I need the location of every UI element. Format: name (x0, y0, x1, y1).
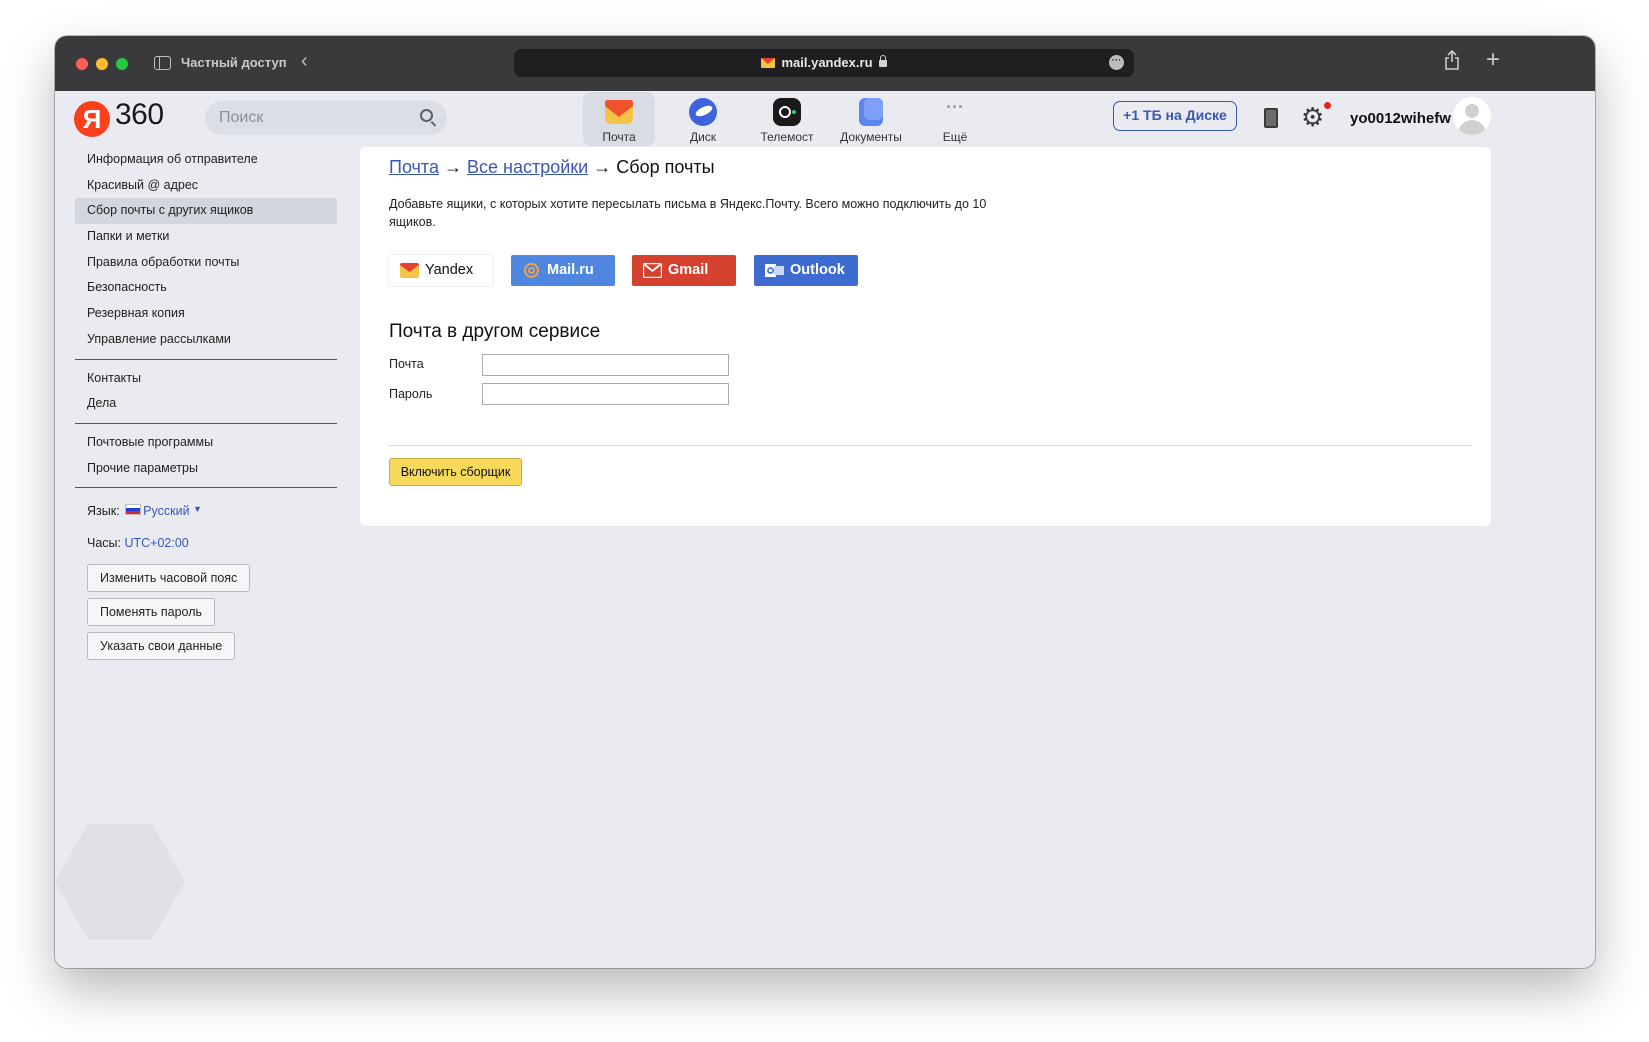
breadcrumb-separator: → (444, 157, 462, 177)
service-telemost[interactable]: Телемост (751, 92, 823, 146)
url-text: mail.yandex.ru (781, 55, 873, 70)
documents-icon (859, 98, 883, 126)
service-more-label: Ещё (942, 130, 968, 144)
share-icon[interactable] (1444, 50, 1460, 70)
settings-gear-icon[interactable]: ⚙ (1301, 104, 1324, 130)
mailru-at-icon (524, 263, 539, 278)
yandex-360-logo[interactable]: 360 (115, 98, 164, 132)
settings-sidebar: Информация об отправителе Красивый @ адр… (75, 147, 337, 661)
language-label: Язык: (87, 504, 120, 519)
service-mail[interactable]: Почта (583, 92, 655, 146)
sidebar-toggle-icon[interactable] (154, 56, 171, 70)
sidebar-item-sender-info[interactable]: Информация об отправителе (75, 147, 337, 173)
new-tab-icon[interactable]: + (1486, 46, 1500, 74)
sidebar-item-security[interactable]: Безопасность (75, 275, 337, 301)
sidebar-item-mail-collector[interactable]: Сбор почты с других ящиков (75, 198, 337, 225)
outlook-icon (765, 264, 784, 277)
avatar[interactable] (1453, 97, 1491, 135)
password-field[interactable] (482, 383, 729, 405)
enable-collector-button[interactable]: Включить сборщик (389, 458, 522, 486)
change-timezone-button[interactable]: Изменить часовой пояс (87, 564, 251, 593)
provider-yandex-label: Yandex (425, 262, 474, 278)
language-row: Язык: Русский ▼ (75, 494, 337, 524)
browser-toolbar: Частный доступ ‹ mail.yandex.ru ··· + (55, 36, 1595, 91)
provider-mailru-label: Mail.ru (547, 262, 594, 278)
minimize-window-button[interactable] (96, 58, 108, 70)
email-field-label: Почта (389, 357, 424, 371)
provider-gmail-label: Gmail (668, 262, 709, 278)
timezone-value[interactable]: UTC+02:00 (124, 536, 188, 550)
address-bar[interactable]: mail.yandex.ru ··· (514, 49, 1134, 77)
service-documents-label: Документы (840, 130, 902, 144)
notification-dot (1324, 102, 1331, 109)
close-window-button[interactable] (76, 58, 88, 70)
site-mail-icon (761, 58, 776, 68)
private-browsing-label: Частный доступ (181, 55, 287, 70)
yandex-logo-icon[interactable]: Я (74, 101, 110, 137)
disk-icon (689, 98, 717, 126)
search-placeholder: Поиск (219, 109, 264, 126)
service-mail-label: Почта (602, 130, 636, 144)
provider-yandex-button[interactable]: Yandex (389, 255, 493, 286)
service-documents[interactable]: Документы (835, 92, 907, 146)
timezone-row: Часы: UTC+02:00 (75, 528, 337, 558)
sidebar-item-mail-rules[interactable]: Правила обработки почты (75, 250, 337, 276)
breadcrumb: Почта → Все настройки → Сбор почты (389, 157, 715, 178)
mail-collector-panel: Почта → Все настройки → Сбор почты Добав… (360, 147, 1491, 526)
service-disk-label: Диск (689, 130, 717, 144)
gmail-icon (643, 263, 662, 278)
provider-mailru-button[interactable]: Mail.ru (511, 255, 615, 286)
sidebar-item-todo[interactable]: Дела (75, 391, 337, 417)
yandex-mail-icon (400, 263, 419, 278)
sidebar-item-contacts[interactable]: Контакты (75, 366, 337, 392)
sidebar-divider (75, 358, 337, 360)
section-title: Почта в другом сервисе (389, 321, 601, 342)
provider-outlook-button[interactable]: Outlook (754, 255, 858, 286)
back-arrow-icon[interactable]: ‹ (301, 50, 308, 73)
breadcrumb-all-settings-link[interactable]: Все настройки (467, 157, 588, 177)
sidebar-divider (75, 422, 337, 424)
service-telemost-label: Телемост (760, 130, 814, 144)
provider-outlook-label: Outlook (790, 262, 845, 278)
breadcrumb-mail-link[interactable]: Почта (389, 157, 439, 177)
search-icon[interactable] (420, 109, 433, 122)
service-disk[interactable]: Диск (667, 92, 739, 146)
page-title: Сбор почты (616, 157, 715, 177)
russian-flag-icon (125, 504, 142, 516)
sidebar-item-other-params[interactable]: Прочие параметры (75, 456, 337, 482)
sidebar-item-beautiful-address[interactable]: Красивый @ адрес (75, 173, 337, 199)
sidebar-item-backup[interactable]: Резервная копия (75, 301, 337, 327)
account-username[interactable]: yo0012wihefw (1350, 110, 1451, 127)
provider-gmail-button[interactable]: Gmail (632, 255, 736, 286)
mail-icon (605, 100, 633, 124)
sidebar-item-mail-clients[interactable]: Почтовые программы (75, 430, 337, 456)
zoom-window-button[interactable] (116, 58, 128, 70)
lock-icon (878, 55, 887, 67)
chevron-down-icon[interactable]: ▼ (193, 504, 202, 514)
intro-text: Добавьте ящики, с которых хотите пересыл… (389, 197, 987, 229)
telemost-icon (773, 98, 801, 126)
change-password-button[interactable]: Поменять пароль (87, 598, 216, 627)
password-field-label: Пароль (389, 387, 433, 401)
mobile-app-icon[interactable] (1264, 108, 1278, 128)
clock-label: Часы: (87, 536, 121, 551)
sidebar-divider (75, 487, 337, 489)
sidebar-item-folders-labels[interactable]: Папки и метки (75, 224, 337, 250)
language-select[interactable]: Русский (143, 504, 189, 518)
sidebar-item-subscriptions[interactable]: Управление рассылками (75, 327, 337, 353)
decorative-hexagon (55, 824, 185, 939)
app-header: Я 360 Поиск Почта Диск Телемост Документ… (55, 91, 1595, 147)
browser-window: Частный доступ ‹ mail.yandex.ru ··· + Я … (55, 36, 1595, 968)
page-menu-icon[interactable]: ··· (1109, 55, 1124, 70)
more-icon: ··· (946, 97, 964, 117)
service-more[interactable]: ··· Ещё (919, 92, 991, 146)
email-field[interactable] (482, 354, 729, 376)
edit-personal-data-button[interactable]: Указать свои данные (87, 632, 236, 661)
disk-upgrade-button[interactable]: +1 ТБ на Диске (1113, 101, 1237, 131)
search-input[interactable]: Поиск (205, 101, 447, 135)
panel-divider (389, 445, 1472, 446)
breadcrumb-separator: → (593, 157, 612, 177)
